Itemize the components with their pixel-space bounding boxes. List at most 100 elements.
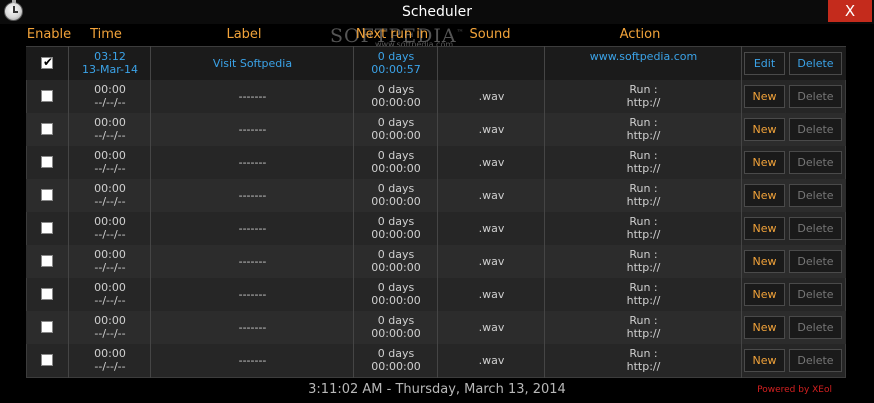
action-cell[interactable]: Run : http:// — [545, 311, 742, 344]
label-cell[interactable]: ------- — [151, 245, 354, 278]
edit-button[interactable]: Edit — [744, 52, 785, 75]
time-cell[interactable]: 00:00 --/--/-- — [69, 344, 151, 377]
enable-checkbox[interactable] — [41, 255, 53, 267]
time-cell[interactable]: 00:00 --/--/-- — [69, 212, 151, 245]
sound-cell[interactable]: .wav — [438, 245, 545, 278]
label-cell[interactable]: ------- — [151, 80, 354, 113]
time-cell[interactable]: 00:00 --/--/-- — [69, 146, 151, 179]
time-value: 00:00 — [94, 83, 126, 96]
action-cell[interactable]: Run : http:// — [545, 146, 742, 179]
time-cell[interactable]: 00:00 --/--/-- — [69, 179, 151, 212]
label-cell[interactable]: ------- — [151, 179, 354, 212]
label-cell[interactable]: ------- — [151, 344, 354, 377]
action-cell[interactable]: www.softpedia.com — [545, 47, 742, 80]
action-target: http:// — [626, 96, 661, 109]
delete-button[interactable]: Delete — [789, 217, 842, 240]
action-type: Run : — [629, 83, 658, 96]
action-cell[interactable]: Run : http:// — [545, 80, 742, 113]
schedule-row: 00:00 --/--/-- ------- 0 days 00:00:00 .… — [26, 179, 846, 212]
action-type: Run : — [629, 347, 658, 360]
checkmark-icon: ✔ — [43, 55, 54, 69]
label-cell[interactable]: ------- — [151, 212, 354, 245]
sound-cell[interactable]: .wav — [438, 146, 545, 179]
schedule-row: 00:00 --/--/-- ------- 0 days 00:00:00 .… — [26, 311, 846, 344]
action-cell[interactable]: Run : http:// — [545, 179, 742, 212]
sound-cell[interactable]: .wav — [438, 113, 545, 146]
sound-cell[interactable]: .wav — [438, 278, 545, 311]
delete-button[interactable]: Delete — [789, 184, 842, 207]
time-cell[interactable]: 00:00 --/--/-- — [69, 311, 151, 344]
next-run-days: 0 days — [377, 116, 415, 129]
delete-button[interactable]: Delete — [789, 250, 842, 273]
new-button[interactable]: New — [744, 184, 785, 207]
enable-checkbox[interactable] — [41, 354, 53, 366]
action-cell[interactable]: Run : http:// — [545, 344, 742, 377]
column-divider — [544, 46, 545, 378]
delete-button[interactable]: Delete — [789, 283, 842, 306]
label-cell[interactable]: ------- — [151, 311, 354, 344]
next-run-cell: 0 days 00:00:00 — [354, 212, 438, 245]
delete-button[interactable]: Delete — [789, 52, 842, 75]
delete-button[interactable]: Delete — [789, 151, 842, 174]
enable-checkbox[interactable] — [41, 123, 53, 135]
new-button[interactable]: New — [744, 316, 785, 339]
delete-button[interactable]: Delete — [789, 349, 842, 372]
next-run-cell: 0 days 00:00:00 — [354, 278, 438, 311]
close-icon: X — [844, 2, 856, 20]
next-run-days: 0 days — [377, 83, 415, 96]
enable-checkbox[interactable] — [41, 156, 53, 168]
action-type: Run : — [629, 116, 658, 129]
column-header-sound: Sound — [469, 27, 511, 42]
sound-cell[interactable]: .wav — [438, 80, 545, 113]
column-divider — [68, 46, 69, 378]
column-header-label: Label — [226, 27, 262, 42]
new-button[interactable]: New — [744, 349, 785, 372]
sound-cell[interactable] — [438, 47, 545, 80]
column-header-enable: Enable — [26, 27, 72, 42]
close-button[interactable]: X — [828, 0, 872, 22]
schedule-row: 00:00 --/--/-- ------- 0 days 00:00:00 .… — [26, 146, 846, 179]
sound-cell[interactable]: .wav — [438, 179, 545, 212]
enable-checkbox[interactable] — [41, 222, 53, 234]
delete-button[interactable]: Delete — [789, 118, 842, 141]
sound-cell[interactable]: .wav — [438, 212, 545, 245]
action-target: http:// — [626, 261, 661, 274]
action-cell[interactable]: Run : http:// — [545, 245, 742, 278]
date-value: --/--/-- — [94, 294, 126, 307]
time-cell[interactable]: 00:00 --/--/-- — [69, 278, 151, 311]
action-cell[interactable]: Run : http:// — [545, 278, 742, 311]
sound-cell[interactable]: .wav — [438, 311, 545, 344]
time-cell[interactable]: 03:12 13-Mar-14 — [69, 47, 151, 80]
new-button[interactable]: New — [744, 151, 785, 174]
label-cell[interactable]: ------- — [151, 113, 354, 146]
next-run-days: 0 days — [377, 248, 415, 261]
label-cell[interactable]: ------- — [151, 278, 354, 311]
new-button[interactable]: New — [744, 250, 785, 273]
delete-button[interactable]: Delete — [789, 85, 842, 108]
sound-cell[interactable]: .wav — [438, 344, 545, 377]
time-value: 00:00 — [94, 149, 126, 162]
column-header-time: Time — [90, 27, 122, 42]
next-run-days: 0 days — [377, 314, 415, 327]
action-cell[interactable]: Run : http:// — [545, 113, 742, 146]
enable-checkbox[interactable]: ✔ — [41, 55, 54, 69]
enable-checkbox[interactable] — [41, 90, 53, 102]
next-run-days: 0 days — [377, 50, 415, 63]
enable-checkbox[interactable] — [41, 321, 53, 333]
new-button[interactable]: New — [744, 283, 785, 306]
new-button[interactable]: New — [744, 85, 785, 108]
time-cell[interactable]: 00:00 --/--/-- — [69, 245, 151, 278]
action-cell[interactable]: Run : http:// — [545, 212, 742, 245]
new-button[interactable]: New — [744, 217, 785, 240]
enable-checkbox[interactable] — [41, 288, 53, 300]
time-value: 00:00 — [94, 347, 126, 360]
delete-button[interactable]: Delete — [789, 316, 842, 339]
time-cell[interactable]: 00:00 --/--/-- — [69, 113, 151, 146]
next-run-days: 0 days — [377, 182, 415, 195]
enable-checkbox[interactable] — [41, 189, 53, 201]
action-target: http:// — [626, 162, 661, 175]
label-cell[interactable]: Visit Softpedia — [151, 47, 354, 80]
label-cell[interactable]: ------- — [151, 146, 354, 179]
time-cell[interactable]: 00:00 --/--/-- — [69, 80, 151, 113]
new-button[interactable]: New — [744, 118, 785, 141]
